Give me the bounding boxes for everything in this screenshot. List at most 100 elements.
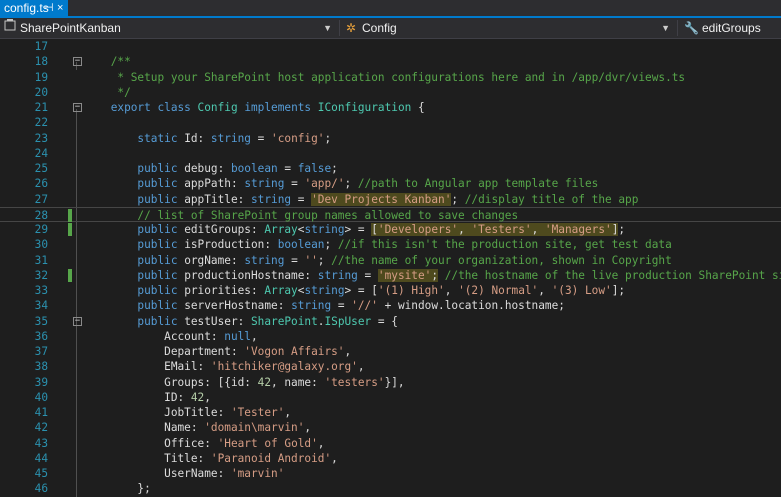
collapse-icon[interactable]: − xyxy=(73,57,82,67)
code-line[interactable]: 37 Department: 'Vogon Affairs', xyxy=(0,344,781,360)
code-line[interactable]: 30 public isProduction: boolean; //if th… xyxy=(0,237,781,253)
code-token: boolean xyxy=(277,238,325,252)
tab-config-ts[interactable]: config.ts ⊣ × xyxy=(0,0,68,16)
code-token: = xyxy=(364,268,378,282)
class-label: Config xyxy=(362,21,397,35)
code-token: string xyxy=(304,284,345,297)
code-token: public xyxy=(84,314,185,328)
code-line[interactable]: 44 Title: 'Paranoid Android', xyxy=(0,451,781,467)
line-number: 28 xyxy=(34,208,48,222)
code-text: /** xyxy=(84,54,131,70)
class-dropdown[interactable]: ✲ Config ▼ xyxy=(342,18,676,38)
code-token: public xyxy=(84,253,185,267)
code-line[interactable]: 45 UserName: 'marvin' xyxy=(0,466,781,482)
code-line[interactable]: 21 − export class Config implements IConf… xyxy=(0,100,781,116)
change-marker xyxy=(68,223,72,236)
code-text: public appTitle: string = 'Dev Projects … xyxy=(84,192,638,208)
code-token: Department: xyxy=(84,345,245,358)
code-line[interactable]: 36 Account: null, xyxy=(0,329,781,345)
code-text: public priorities: Array<string> = ['(1)… xyxy=(84,283,625,299)
code-token: string xyxy=(244,177,292,191)
code-token: , name: xyxy=(271,375,325,389)
code-line[interactable]: 26 public appPath: string = 'app/'; //pa… xyxy=(0,176,781,192)
line-number: 31 xyxy=(34,253,48,267)
code-line[interactable]: 19 * Setup your SharePoint host applicat… xyxy=(0,70,781,86)
line-number: 19 xyxy=(34,70,48,84)
code-line[interactable]: 39 Groups: [{id: 42, name: 'testers'}], xyxy=(0,375,781,391)
code-line[interactable]: 38 EMail: 'hitchiker@galaxy.org', xyxy=(0,359,781,375)
line-number: 21 xyxy=(34,101,48,114)
line-number: 24 xyxy=(34,146,48,160)
code-line[interactable]: 27 public appTitle: string = 'Dev Projec… xyxy=(0,192,781,208)
code-token: 'Tester' xyxy=(230,406,285,419)
code-token: 42 xyxy=(190,390,205,404)
code-token: //display title of the app xyxy=(464,192,639,206)
code-token: Id: xyxy=(184,131,211,145)
code-token: , xyxy=(250,329,258,343)
code-line[interactable]: 28 // list of SharePoint group names all… xyxy=(0,206,781,223)
code-token: }; xyxy=(84,482,151,496)
code-token: appTitle: xyxy=(184,192,251,206)
code-line[interactable]: 42 Name: 'domain\marvin', xyxy=(0,420,781,436)
code-token: , xyxy=(331,451,338,465)
code-line[interactable]: 23 static Id: string = 'config'; xyxy=(0,131,781,147)
code-token: */ xyxy=(84,85,131,99)
code-line[interactable]: 31 public orgName: string = ''; //the na… xyxy=(0,253,781,269)
code-text: public editGroups: Array<string> = ['Dev… xyxy=(84,222,625,238)
code-line[interactable]: 34 public serverHostname: string = '//' … xyxy=(0,298,781,314)
line-number: 25 xyxy=(34,162,48,175)
code-line[interactable]: 32 public productionHostname: string = '… xyxy=(0,268,781,284)
code-token: productionHostname: xyxy=(184,268,318,282)
pin-icon[interactable]: ⊣ xyxy=(44,0,54,16)
code-line[interactable]: 33 public priorities: Array<string> = ['… xyxy=(0,283,781,299)
code-text: UserName: 'marvin' xyxy=(84,466,284,482)
code-token: > = xyxy=(344,223,372,236)
line-number: 43 xyxy=(34,436,48,450)
code-token: //path to Angular app template files xyxy=(357,177,599,191)
code-token: ; xyxy=(331,162,338,175)
code-token: , xyxy=(444,284,459,297)
code-token: public xyxy=(84,177,185,191)
code-line[interactable]: 40 ID: 42, xyxy=(0,390,781,406)
code-token: IConfiguration xyxy=(317,101,418,114)
code-token: Config xyxy=(197,101,245,114)
code-line[interactable]: 22 xyxy=(0,115,781,131)
line-number: 34 xyxy=(34,299,48,313)
code-token: public xyxy=(84,192,185,206)
code-line[interactable]: 46 }; xyxy=(0,481,781,497)
line-number: 39 xyxy=(34,375,48,389)
code-token: 'Managers' xyxy=(544,223,612,236)
code-line[interactable]: 35 − public testUser: SharePoint.ISpUser … xyxy=(0,314,781,330)
code-token: ]; xyxy=(611,284,626,297)
code-line[interactable]: 18 − /** xyxy=(0,54,781,70)
collapse-icon[interactable]: − xyxy=(73,316,82,326)
code-token: 42 xyxy=(257,375,272,389)
code-line[interactable]: 29 public editGroups: Array<string> = ['… xyxy=(0,222,781,238)
code-token: + window.location.hostname; xyxy=(384,299,565,313)
code-line[interactable]: 25 public debug: boolean = false; xyxy=(0,161,781,177)
code-token: boolean xyxy=(230,162,285,175)
code-token: = xyxy=(337,299,352,313)
project-dropdown[interactable]: SharePointKanban ▼ xyxy=(0,18,338,38)
close-icon[interactable]: × xyxy=(57,0,63,16)
wrench-icon: 🔧 xyxy=(684,21,699,35)
member-dropdown[interactable]: 🔧 editGroups xyxy=(680,18,781,38)
code-editor[interactable]: 17 18− /** 19 * Setup your SharePoint host… xyxy=(0,39,781,497)
code-text: public serverHostname: string = '//' + w… xyxy=(84,298,565,314)
code-token: > = [ xyxy=(344,284,378,297)
code-token: 'config' xyxy=(271,131,325,145)
code-line[interactable]: 41 JobTitle: 'Tester', xyxy=(0,405,781,421)
code-token: string xyxy=(250,192,298,206)
collapse-icon[interactable]: − xyxy=(73,103,82,112)
code-line[interactable]: 43 Office: 'Heart of Gold', xyxy=(0,436,781,452)
code-token: 'Paranoid Android' xyxy=(210,451,332,465)
code-token: JobTitle: xyxy=(84,406,231,419)
code-line[interactable]: 17 xyxy=(0,39,781,55)
code-token: Title: xyxy=(84,451,211,465)
code-line[interactable]: 24 xyxy=(0,146,781,162)
divider xyxy=(677,20,678,36)
line-number: 36 xyxy=(34,329,48,343)
code-token: Name: xyxy=(84,421,205,435)
code-line[interactable]: 20 */ xyxy=(0,85,781,101)
code-token: '//' xyxy=(351,299,385,313)
